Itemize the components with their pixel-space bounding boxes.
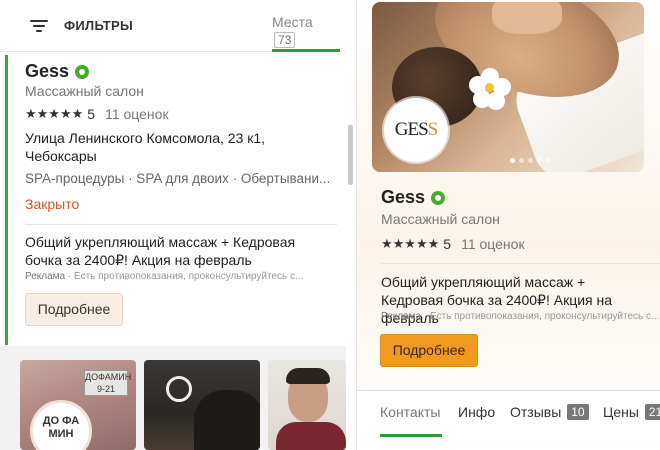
search-results-panel: ФИЛЬТРЫ Места 73 Gess Массажный салон ★★…: [0, 0, 357, 450]
detail-ad-disclaimer: Есть противопоказания, проконсультируйте…: [430, 311, 660, 322]
logo-text-main: GES: [394, 119, 429, 140]
filter-icon: [30, 19, 48, 33]
photo-thumbnail[interactable]: ДОФАМИН 9-21 ДО ФА МИН: [20, 360, 136, 450]
tab-places[interactable]: Места 73: [272, 14, 340, 52]
carousel-dot[interactable]: [546, 158, 551, 163]
storefront-sign: ДОФАМИН 9-21: [84, 370, 132, 396]
card-divider: [25, 224, 337, 225]
tab-places-label: Места: [272, 14, 313, 30]
detail-tabs: Контакты Инфо Отзывы 10 Цены 21: [357, 390, 660, 438]
photo-thumbnail[interactable]: [268, 360, 346, 450]
detail-reviews-count[interactable]: 11 оценок: [461, 236, 525, 252]
filters-label: ФИЛЬТРЫ: [64, 18, 134, 33]
logo-text-accent: S: [427, 119, 439, 140]
places-count-badge: 73: [274, 32, 296, 48]
detail-title-row: Gess: [381, 187, 446, 208]
prices-count-badge: 21: [644, 404, 660, 420]
carousel-dot[interactable]: [519, 158, 524, 163]
star-icon: ★★★★★: [25, 106, 84, 121]
photo-thumbnail[interactable]: [144, 360, 260, 450]
business-services: SPA-процедуры · SPA для двоих · Обертыва…: [25, 171, 331, 186]
tab-prices-label: Цены: [603, 404, 639, 420]
business-logo: GESS: [384, 98, 448, 162]
active-tab-underline: [272, 49, 340, 52]
tab-reviews-label: Отзывы: [510, 404, 562, 420]
detail-title: Gess: [381, 187, 426, 207]
hero-photo[interactable]: GESS: [372, 2, 644, 172]
detail-rating-score: 5: [443, 236, 452, 252]
person-shirt: [276, 422, 346, 450]
card-title-row: Gess: [25, 61, 90, 82]
carousel-dots[interactable]: [510, 158, 551, 163]
flower-icon: [469, 68, 511, 110]
photo-strip: ДОФАМИН 9-21 ДО ФА МИН: [0, 346, 346, 450]
reviews-count[interactable]: 11 оценок: [105, 106, 169, 122]
details-button[interactable]: Подробнее: [25, 293, 123, 326]
verified-icon: [75, 64, 90, 79]
tab-prices[interactable]: Цены 21: [603, 404, 660, 420]
reviews-count-badge: 10: [567, 404, 589, 420]
ring-light: [166, 376, 192, 402]
result-card[interactable]: Gess Массажный салон ★★★★★ 5 11 оценок У…: [5, 55, 342, 345]
ad-label: Реклама: [25, 271, 66, 282]
star-icon: ★★★★★: [381, 236, 440, 251]
open-status: Закрыто: [25, 196, 80, 212]
hand-shape: [492, 2, 562, 34]
detail-divider: [381, 263, 660, 264]
rating-row: ★★★★★ 5 11 оценок: [25, 106, 169, 122]
detail-rating-row: ★★★★★ 5 11 оценок: [381, 236, 525, 252]
promo-text: Общий укрепляющий массаж + Кедровая бочк…: [25, 234, 296, 268]
verified-icon: [431, 190, 446, 205]
detail-category: Массажный салон: [381, 211, 500, 227]
carousel-dot[interactable]: [510, 158, 515, 163]
carousel-dot[interactable]: [528, 158, 533, 163]
carousel-dot[interactable]: [537, 158, 542, 163]
business-address: Улица Ленинского Комсомола, 23 к1, Чебок…: [25, 130, 266, 164]
detail-ad-label: Реклама: [381, 311, 422, 322]
ad-disclaimer: Есть противопоказания, проконсультируйте…: [74, 271, 304, 282]
tab-info[interactable]: Инфо: [458, 404, 495, 420]
ad-note: Реклама · Есть противопоказания, проконс…: [25, 271, 337, 282]
business-title[interactable]: Gess: [25, 61, 69, 82]
dofamin-logo: ДО ФА МИН: [30, 400, 92, 450]
tab-reviews[interactable]: Отзывы 10: [510, 404, 589, 420]
detail-ad-note: Реклама · Есть противопоказания, проконс…: [381, 311, 660, 322]
rating-score: 5: [87, 106, 96, 122]
results-topbar: ФИЛЬТРЫ Места 73: [0, 0, 346, 52]
person-photo: [194, 390, 260, 450]
filters-button[interactable]: ФИЛЬТРЫ: [30, 18, 133, 33]
detail-details-button[interactable]: Подробнее: [380, 334, 478, 367]
business-detail-panel: GESS Gess Массажный салон ★★★★★ 5 11 оце…: [357, 0, 660, 450]
person-hair: [286, 368, 330, 384]
active-tab-underline: [380, 434, 442, 437]
tab-contacts[interactable]: Контакты: [380, 404, 440, 420]
scrollbar-thumb[interactable]: [348, 125, 353, 185]
business-category: Массажный салон: [25, 83, 144, 99]
